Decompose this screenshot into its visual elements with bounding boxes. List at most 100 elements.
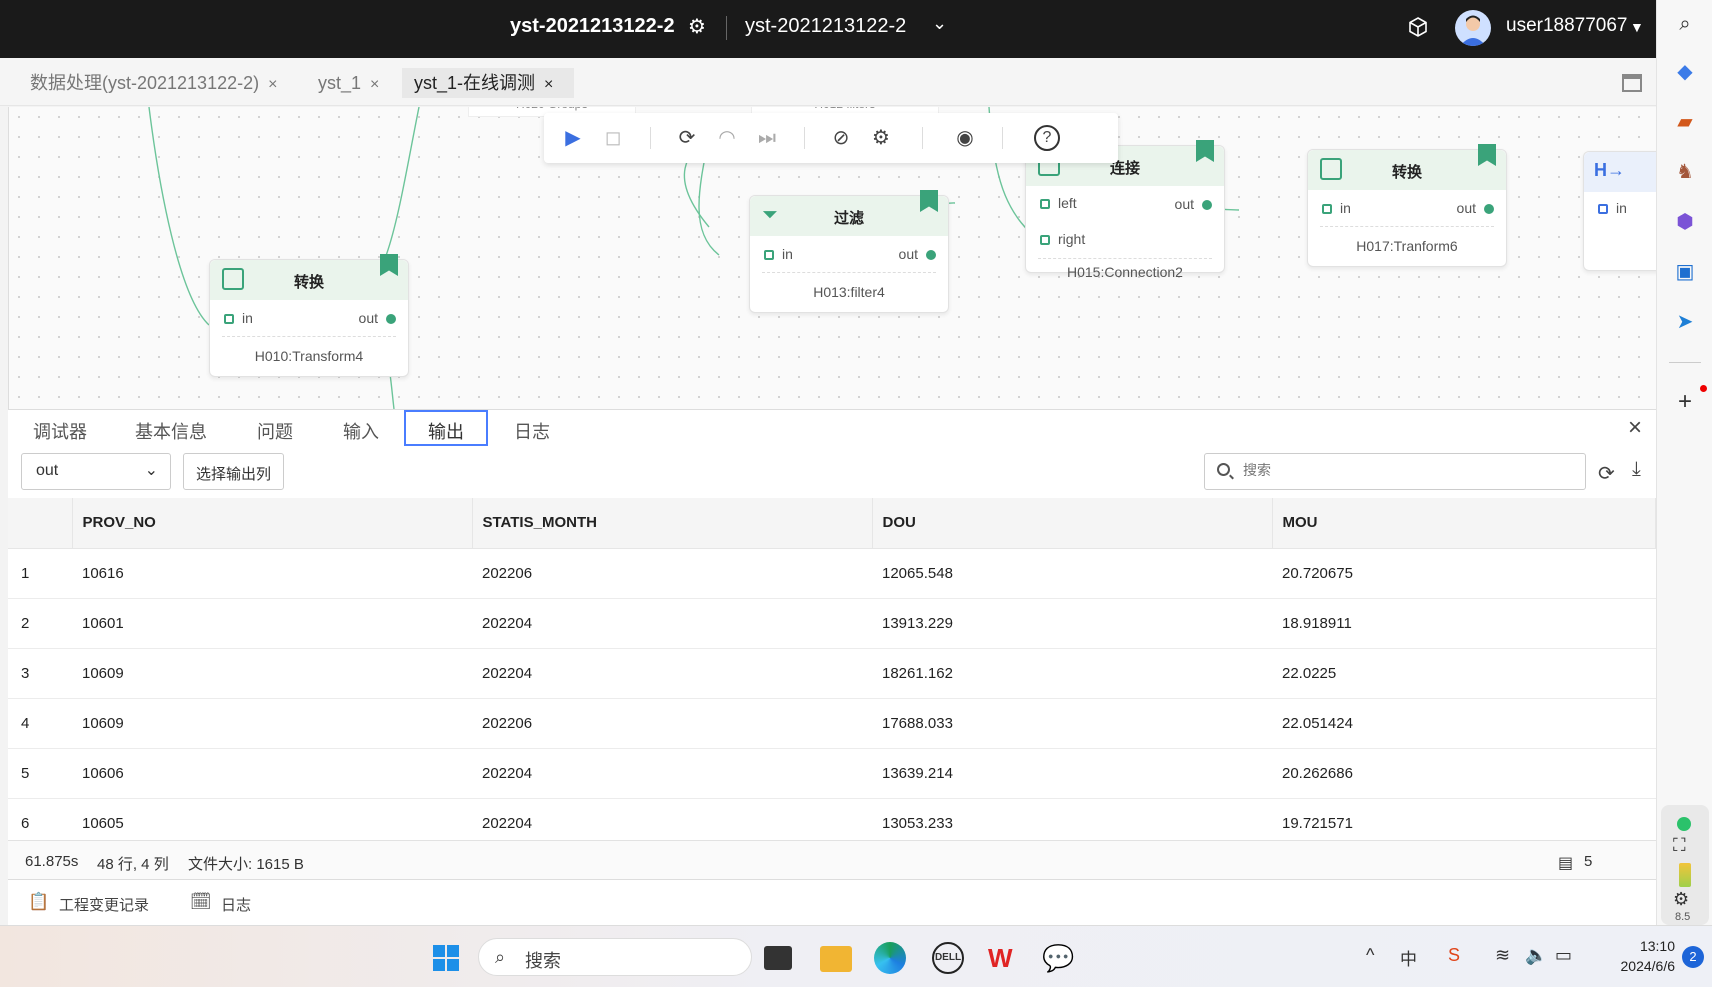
node-transform4[interactable]: 转换 in out H010:Transform4 [209,254,409,377]
port-out[interactable]: out [1175,196,1212,212]
log-link[interactable]: 日志 [221,894,251,915]
edge-icon[interactable] [874,942,906,974]
port-in[interactable]: in [224,310,253,326]
tab-data-processing[interactable]: 数据处理(yst-2021213122-2) × [18,68,289,98]
chevron-down-icon[interactable]: ⌄ [932,13,947,34]
clock[interactable]: 13:10 2024/6/6 [1585,936,1676,976]
table-row[interactable]: 2 10601 202204 13913.229 18.918911 [8,598,1656,649]
tab-log[interactable]: 日志 [514,418,550,444]
battery-icon[interactable]: ▭ [1555,945,1572,966]
table-row[interactable]: 5 10606 202204 13639.214 20.262686 [8,748,1656,799]
gear-icon[interactable]: ⚙ [688,14,706,39]
chess-icon[interactable]: ♞ [1671,158,1699,186]
port-out[interactable]: out [899,246,936,262]
close-icon[interactable]: × [1628,414,1642,442]
send-icon[interactable]: ➤ [1671,308,1699,336]
port-in[interactable]: in [1598,200,1627,216]
port-in[interactable]: in [764,246,793,262]
wifi-icon[interactable]: ≋ [1495,945,1510,966]
tag-icon[interactable]: ◆ [1671,58,1699,86]
column-header[interactable]: DOU [872,498,1273,549]
port-right[interactable]: right [1040,231,1085,247]
table-row[interactable]: 4 10609 202206 17688.033 22.051424 [8,698,1656,749]
column-header[interactable]: MOU [1272,498,1656,549]
changelog-link[interactable]: 工程变更记录 [59,894,149,915]
node-tranform6[interactable]: 转换 in out H017:Tranform6 [1307,144,1507,267]
sogou-icon[interactable]: S [1448,945,1460,966]
settings-icon[interactable]: ⚙ [868,125,894,151]
node-filter4[interactable]: ⏷ 过滤 in out H013:filter4 [749,190,949,313]
port-out[interactable]: out [359,310,396,326]
project-selector[interactable]: yst-2021213122-2 [745,15,906,38]
divider [1038,258,1212,259]
stop-icon[interactable]: ◻ [600,125,626,151]
table-row[interactable]: 6 10605 202204 13053.233 19.721571 [8,798,1656,835]
outlook-icon[interactable]: ▣ [1671,258,1699,286]
settings-icon[interactable]: ⚙ [1673,889,1689,910]
download-icon[interactable]: ⤓ [1632,458,1641,481]
close-icon[interactable]: × [544,76,553,93]
search-label: 搜索 [525,951,561,971]
screenshot-icon[interactable]: ⛶ [1673,835,1686,856]
port-label: out [1456,200,1476,216]
tab-input[interactable]: 输入 [343,418,379,444]
notification-badge[interactable]: 2 [1682,946,1704,968]
search-icon[interactable]: ⌕ [1671,10,1699,38]
add-icon[interactable]: + [1671,388,1699,416]
close-icon[interactable]: × [268,76,277,93]
tab-output[interactable]: 输出 [404,410,488,446]
breakpoint-off-icon[interactable]: ⊘ [828,125,854,151]
skip-icon[interactable]: ⏭ [754,125,780,151]
pages-icon[interactable]: ▤ [1558,853,1573,873]
tab-problems[interactable]: 问题 [257,418,293,444]
ime-indicator[interactable]: 中 [1400,945,1417,970]
taskbar-search[interactable]: ⌕ 搜索 [478,938,752,976]
play-icon[interactable]: ▶ [560,125,586,151]
search-box[interactable] [1204,453,1586,490]
port-out[interactable]: out [1457,200,1494,216]
layout-icon[interactable] [1622,74,1642,92]
calendar-icon[interactable]: 🗓 [190,892,212,912]
select-columns-button[interactable]: 选择输出列 [183,453,285,490]
refresh-icon[interactable]: ⟳ [1598,461,1615,486]
copilot-icon[interactable]: ⬢ [1671,208,1699,236]
column-header[interactable]: STATIS_MONTH [472,498,873,549]
step-over-icon[interactable]: ◠ [714,125,740,151]
port-in[interactable]: in [1322,200,1351,216]
tab-online-debug[interactable]: yst_1-在线调测 × [402,68,574,98]
tab-debugger[interactable]: 调试器 [33,418,87,444]
output-table-viewport[interactable]: PROV_NO STATIS_MONTH DOU MOU 1 10616 202… [8,498,1656,835]
output-port-select[interactable]: out ⌄ [21,453,171,490]
node-connection2[interactable]: 连接 left out right H015:Connection2 [1025,140,1225,280]
chevron-up-icon[interactable]: ^ [1366,945,1374,966]
output-icon: H→ [1594,160,1625,180]
table-row[interactable]: 3 10609 202204 18261.162 22.0225 [8,648,1656,699]
task-view-icon[interactable] [764,946,792,970]
help-icon[interactable]: ? [1034,125,1060,151]
port-left[interactable]: left [1040,195,1077,211]
table-row[interactable]: 1 10616 202206 12065.548 20.720675 [8,548,1656,599]
step-icon[interactable]: ⟳ [674,125,700,151]
tab-basic-info[interactable]: 基本信息 [135,418,207,444]
port-label: out [898,246,918,262]
windows-start-icon[interactable] [430,942,462,974]
avatar[interactable] [1455,10,1491,46]
dell-icon[interactable]: DELL [932,942,964,974]
caret-down-icon[interactable]: ▼ [1630,19,1644,35]
node-partial[interactable]: H→ in H [1583,151,1656,271]
fingerprint-icon[interactable]: ◉ [952,125,978,151]
mute-icon[interactable]: 🔈 [1525,945,1547,966]
cube-icon[interactable] [1407,16,1429,38]
username[interactable]: user18877067 [1506,15,1628,37]
tab-yst-1[interactable]: yst_1 × [306,68,391,98]
file-explorer-icon[interactable] [820,946,852,972]
wechat-icon[interactable]: 💬 [1042,942,1074,974]
briefcase-icon[interactable]: ▰ [1671,108,1699,136]
cell: 18261.162 [872,648,1272,699]
search-input[interactable] [1243,462,1563,478]
changelog-icon[interactable]: 📋 [28,892,49,912]
column-header[interactable]: PROV_NO [72,498,473,549]
wps-icon[interactable]: W [988,942,1020,974]
close-icon[interactable]: × [370,76,379,93]
port-in-icon [1598,204,1608,214]
